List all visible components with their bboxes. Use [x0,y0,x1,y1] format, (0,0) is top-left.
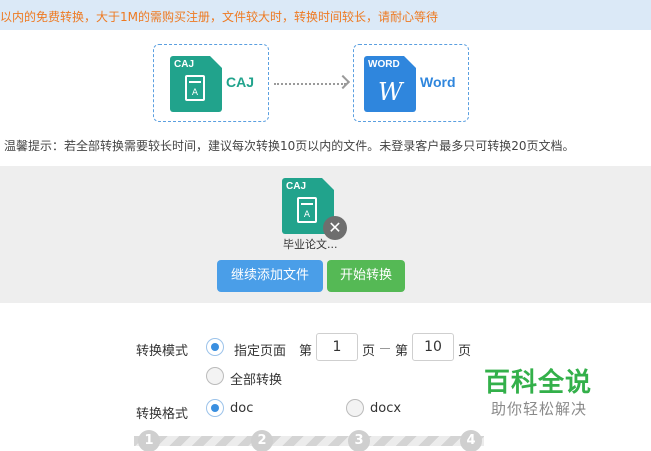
format-doc-option[interactable]: doc [230,401,253,416]
mode-all-option[interactable]: 全部转换 [230,369,282,388]
format-docx-radio[interactable] [346,399,364,417]
watermark-title: 百科全说 [484,368,593,398]
step-2: 2 [251,430,273,451]
step-4: 4 [460,430,482,451]
progress-steps: 1 2 3 4 [134,430,484,451]
target-format-label: Word [420,74,456,90]
range-dash [380,348,390,349]
word-file-icon: WORD W [364,56,416,112]
page-from-input[interactable]: 1 [316,333,358,361]
add-file-button[interactable]: 继续添加文件 [217,260,323,292]
notice-bar: 以内的免费转换，大于1M的需购买注册，文件较大时，转换时间较长，请耐心等待 [0,0,651,30]
page-prefix-2: 第 [395,344,409,359]
step-1: 1 [138,430,160,451]
start-convert-button[interactable]: 开始转换 [327,260,405,292]
arrow-head-icon [335,74,351,90]
conversion-arrow [274,83,346,85]
caj-file-icon: CAJ A [170,56,222,112]
page-to-input[interactable]: 10 [412,333,454,361]
notice-text: 以内的免费转换，大于1M的需购买注册，文件较大时，转换时间较长，请耐心等待 [0,10,438,24]
format-docx-option[interactable]: docx [370,401,401,416]
mode-all-radio[interactable] [206,367,224,385]
mode-page-option[interactable]: 指定页面 [234,340,286,359]
mode-page-radio[interactable] [206,338,224,356]
source-format-card: CAJ A CAJ [153,44,269,122]
page-mid: 页 [362,344,376,359]
format-label: 转换格式 [136,407,189,422]
format-doc-radio[interactable] [206,399,224,417]
tip-text: 温馨提示：若全部转换需要较长时间，建议每次转换10页以内的文件。未登录客户最多只… [4,139,575,153]
target-format-card: WORD W Word [353,44,469,122]
watermark-subtitle: 助你轻松解决 [491,400,588,418]
mode-label: 转换模式 [136,344,189,359]
page-prefix: 第 [299,344,313,359]
step-3: 3 [348,430,370,451]
file-name: 毕业论文... [283,238,338,251]
page-suffix: 页 [458,344,472,359]
source-format-label: CAJ [226,74,255,90]
